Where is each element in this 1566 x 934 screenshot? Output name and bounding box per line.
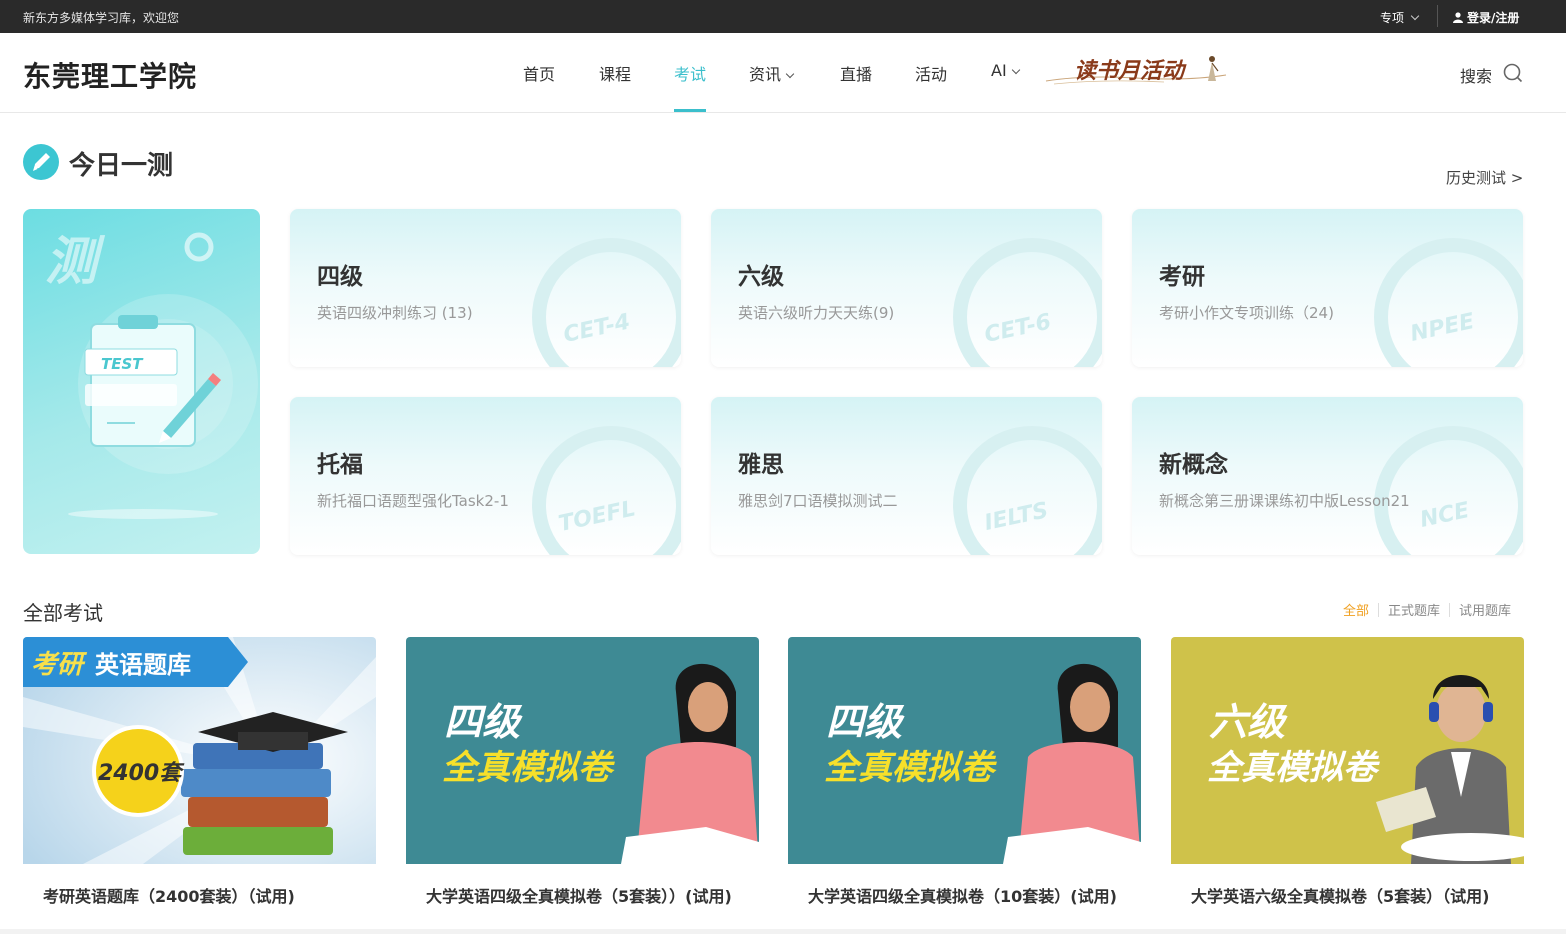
course-title: 大学英语六级全真模拟卷（5套装）（试用) xyxy=(1191,887,1490,906)
nav-news[interactable]: 资讯 xyxy=(749,61,795,85)
nav-news-label: 资讯 xyxy=(749,65,782,84)
chevron-down-icon xyxy=(1410,11,1420,21)
top-bar: 新东方多媒体学习库，欢迎您 专项 登录/注册 xyxy=(0,0,1566,33)
nav-ai-label: AI xyxy=(991,61,1007,80)
course-card[interactable]: 六级 全真模拟卷 大学英语六级全真模拟卷（5套装）（试用) xyxy=(1171,637,1524,927)
card-title: 考研 xyxy=(1159,264,1205,290)
svg-text:IELTS: IELTS xyxy=(982,498,1050,536)
chevron-down-icon xyxy=(785,69,795,79)
course-card[interactable]: 四级 全真模拟卷 大学英语四级全真模拟卷（10套装）(试用) xyxy=(788,637,1141,927)
course-banner-line1: 考研 xyxy=(31,650,88,680)
card-title: 托福 xyxy=(317,452,363,478)
topbar-divider xyxy=(1437,5,1438,27)
course-card[interactable]: 考研 英语题库 2400套 考研英语题库（2400套装）（试用) xyxy=(23,637,376,927)
course-banner-line2: 全真模拟卷 xyxy=(824,748,997,788)
course-banner-line1: 六级 xyxy=(1209,700,1288,744)
filter-divider xyxy=(1378,603,1380,617)
special-label: 专项 xyxy=(1380,11,1405,25)
filter-trial[interactable]: 试用题库 xyxy=(1459,600,1511,619)
reading-month-event-logo[interactable]: 读书月活动 xyxy=(1044,51,1228,91)
test-clipboard-illustration: 测 TEST xyxy=(45,232,258,519)
test-card-toefl[interactable]: TOEFL 托福 新托福口语题型强化Task2-1 xyxy=(290,397,681,555)
history-tests-link[interactable]: 历史测试 > xyxy=(1446,167,1523,188)
today-test-hero[interactable]: 测 TEST xyxy=(23,209,260,554)
pencil-icon xyxy=(23,144,59,180)
svg-text:NCE: NCE xyxy=(1418,498,1472,533)
course-title: 大学英语四级全真模拟卷（10套装）(试用) xyxy=(808,887,1117,906)
special-dropdown[interactable]: 专项 xyxy=(1380,9,1420,26)
course-title: 大学英语四级全真模拟卷（5套装））(试用) xyxy=(426,887,732,906)
course-banner-line2: 英语题库 xyxy=(95,651,191,679)
card-subtitle: 新托福口语题型强化Task2-1 xyxy=(317,492,509,510)
course-thumbnail: 四级 全真模拟卷 xyxy=(406,637,759,864)
welcome-text: 新东方多媒体学习库，欢迎您 xyxy=(23,11,180,25)
course-banner-line1: 四级 xyxy=(826,700,905,744)
nav-exams[interactable]: 考试 xyxy=(674,61,706,85)
filter-all[interactable]: 全部 xyxy=(1343,600,1369,619)
course-banner-line2: 全真模拟卷 xyxy=(442,748,615,788)
card-subtitle: 英语六级听力天天练(9) xyxy=(738,304,895,322)
nav-active-underline xyxy=(674,109,706,112)
login-register-link[interactable]: 登录/注册 xyxy=(1453,9,1519,26)
event-logo-text: 读书月活动 xyxy=(1074,58,1187,84)
nav-courses[interactable]: 课程 xyxy=(599,61,631,85)
nav-home[interactable]: 首页 xyxy=(523,61,555,85)
test-card-cet6[interactable]: CET-6 六级 英语六级听力天天练(9) xyxy=(711,209,1102,367)
section-title-today-test: 今日一测 xyxy=(69,151,174,181)
main-header: 东莞理工学院 首页 课程 考试 资讯 直播 活动 AI 读书月活动 搜索 xyxy=(0,33,1566,113)
cet4-watermark: CET-4 xyxy=(532,238,681,367)
cet6-watermark: CET-6 xyxy=(953,238,1102,367)
nav-ai[interactable]: AI xyxy=(991,61,1020,80)
card-title: 六级 xyxy=(738,264,784,290)
page-bottom-divider xyxy=(0,929,1566,934)
filter-divider xyxy=(1449,603,1451,617)
site-brand[interactable]: 东莞理工学院 xyxy=(23,55,197,95)
search-label[interactable]: 搜索 xyxy=(1460,63,1492,87)
filter-official[interactable]: 正式题库 xyxy=(1388,600,1440,619)
toefl-watermark: TOEFL xyxy=(532,426,681,555)
ielts-watermark: IELTS xyxy=(953,426,1102,555)
card-title: 雅思 xyxy=(738,452,784,478)
card-subtitle: 考研小作文专项训练（24) xyxy=(1159,304,1334,322)
chevron-down-icon xyxy=(1011,65,1020,75)
section-title-all-exams: 全部考试 xyxy=(23,601,103,625)
course-thumbnail: 考研 英语题库 2400套 xyxy=(23,637,376,864)
nav-live[interactable]: 直播 xyxy=(840,61,872,85)
course-thumbnail: 六级 全真模拟卷 xyxy=(1171,637,1524,864)
svg-text:TOEFL: TOEFL xyxy=(556,496,637,537)
hero-badge-text: TEST xyxy=(101,355,144,373)
user-icon xyxy=(1453,12,1463,23)
card-title: 四级 xyxy=(317,264,363,290)
npee-watermark: NPEE xyxy=(1374,238,1523,367)
hero-char: 测 xyxy=(45,232,106,292)
test-card-cet4[interactable]: CET-4 四级 英语四级冲刺练习 (13) xyxy=(290,209,681,367)
course-title: 考研英语题库（2400套装）（试用) xyxy=(43,887,295,906)
course-banner-line2: 全真模拟卷 xyxy=(1207,748,1380,788)
course-badge: 2400套 xyxy=(98,761,185,786)
course-card[interactable]: 四级 全真模拟卷 大学英语四级全真模拟卷（5套装））(试用) xyxy=(406,637,759,927)
exam-filter-tabs: 全部 正式题库 试用题库 xyxy=(1343,600,1511,619)
test-card-npee[interactable]: NPEE 考研 考研小作文专项训练（24) xyxy=(1132,209,1523,367)
card-title: 新概念 xyxy=(1159,452,1228,478)
course-banner-line1: 四级 xyxy=(444,700,523,744)
search-icon[interactable] xyxy=(1503,63,1523,83)
card-subtitle: 新概念第三册课课练初中版Lesson21 xyxy=(1159,492,1410,510)
nav-activities[interactable]: 活动 xyxy=(915,61,947,85)
svg-text:CET-6: CET-6 xyxy=(982,309,1053,347)
test-card-ielts[interactable]: IELTS 雅思 雅思剑7口语模拟测试二 xyxy=(711,397,1102,555)
svg-text:CET-4: CET-4 xyxy=(561,309,632,347)
login-label: 登录/注册 xyxy=(1467,11,1520,25)
course-thumbnail: 四级 全真模拟卷 xyxy=(788,637,1141,864)
svg-text:NPEE: NPEE xyxy=(1408,309,1476,347)
nce-watermark: NCE xyxy=(1374,426,1523,555)
test-card-nce[interactable]: NCE 新概念 新概念第三册课课练初中版Lesson21 xyxy=(1132,397,1523,555)
card-subtitle: 英语四级冲刺练习 (13) xyxy=(317,304,473,322)
card-subtitle: 雅思剑7口语模拟测试二 xyxy=(738,492,898,510)
